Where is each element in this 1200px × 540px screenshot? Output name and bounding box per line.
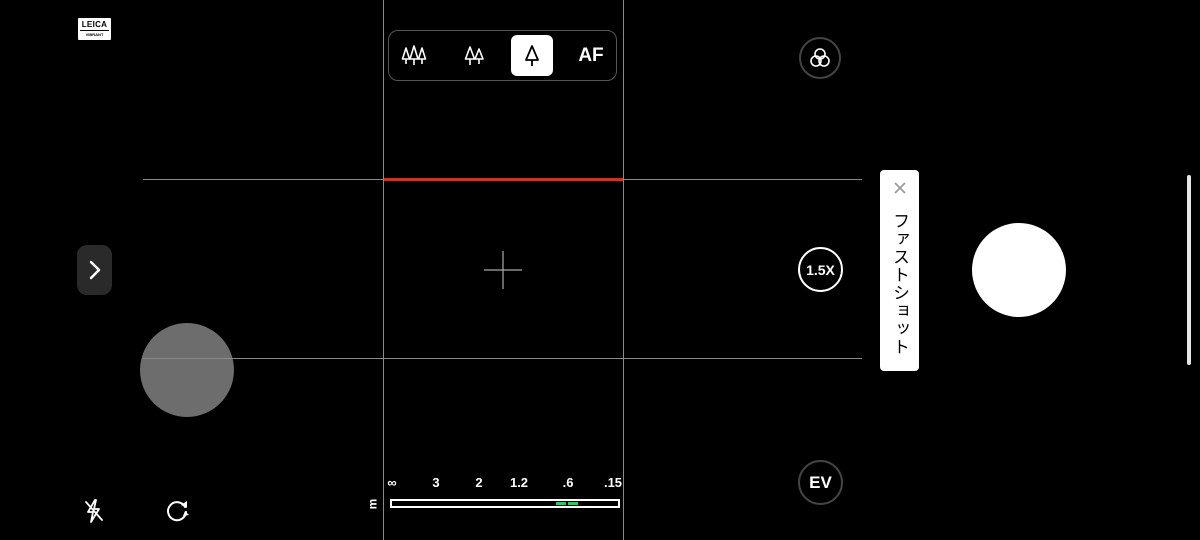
focus-mode-auto[interactable]: AF — [570, 35, 612, 76]
distance-label: 3 — [432, 475, 440, 490]
focus-mode-group[interactable] — [453, 35, 495, 76]
focus-joystick[interactable] — [140, 323, 234, 417]
distance-unit: m — [365, 498, 380, 510]
grid-line-horizontal — [143, 358, 862, 359]
zoom-button[interactable]: 1.5X — [798, 247, 843, 292]
shutter-button[interactable] — [972, 223, 1066, 317]
distance-label: ∞ — [387, 475, 397, 490]
fast-shot-close-button[interactable] — [880, 176, 919, 200]
focus-mode-selector: AF — [388, 30, 617, 81]
filter-button[interactable] — [799, 37, 841, 79]
badge-divider — [80, 30, 109, 31]
exposure-button[interactable]: EV — [798, 460, 843, 505]
focus-mode-landscape[interactable] — [393, 35, 435, 76]
chevron-right-icon — [89, 260, 100, 280]
af-label: AF — [578, 44, 604, 66]
distance-label: 1.2 — [509, 475, 529, 490]
expand-panel-button[interactable] — [77, 245, 112, 295]
leica-mode-text: VIBRANT — [85, 32, 104, 37]
single-tree-icon — [525, 44, 539, 66]
distance-label: 2 — [475, 475, 483, 490]
focus-distance-slider[interactable] — [390, 499, 620, 508]
switch-camera-button[interactable] — [162, 495, 192, 525]
flash-off-button[interactable] — [80, 497, 108, 525]
rotate-camera-icon — [167, 501, 189, 522]
horizon-level-indicator — [384, 178, 623, 181]
distance-label: .15 — [603, 475, 623, 490]
close-icon — [893, 182, 906, 194]
focus-marker-gap — [566, 502, 568, 505]
three-trees-icon — [401, 44, 427, 65]
distance-label: .6 — [562, 475, 574, 490]
fast-shot-label: ファストショット — [890, 212, 909, 356]
flash-off-icon — [85, 499, 103, 523]
leica-brand-text: LEICA — [81, 20, 108, 29]
leica-badge[interactable]: LEICA VIBRANT — [78, 18, 111, 40]
mode-scroll-indicator[interactable] — [1187, 175, 1191, 365]
color-filter-icon — [810, 48, 830, 67]
fast-shot-toggle[interactable]: ファストショット — [880, 170, 919, 371]
crosshair-icon — [484, 251, 522, 289]
grid-line-vertical — [383, 0, 384, 540]
two-trees-icon — [464, 45, 484, 65]
focus-mode-single[interactable] — [511, 35, 553, 76]
grid-line-vertical — [623, 0, 624, 540]
